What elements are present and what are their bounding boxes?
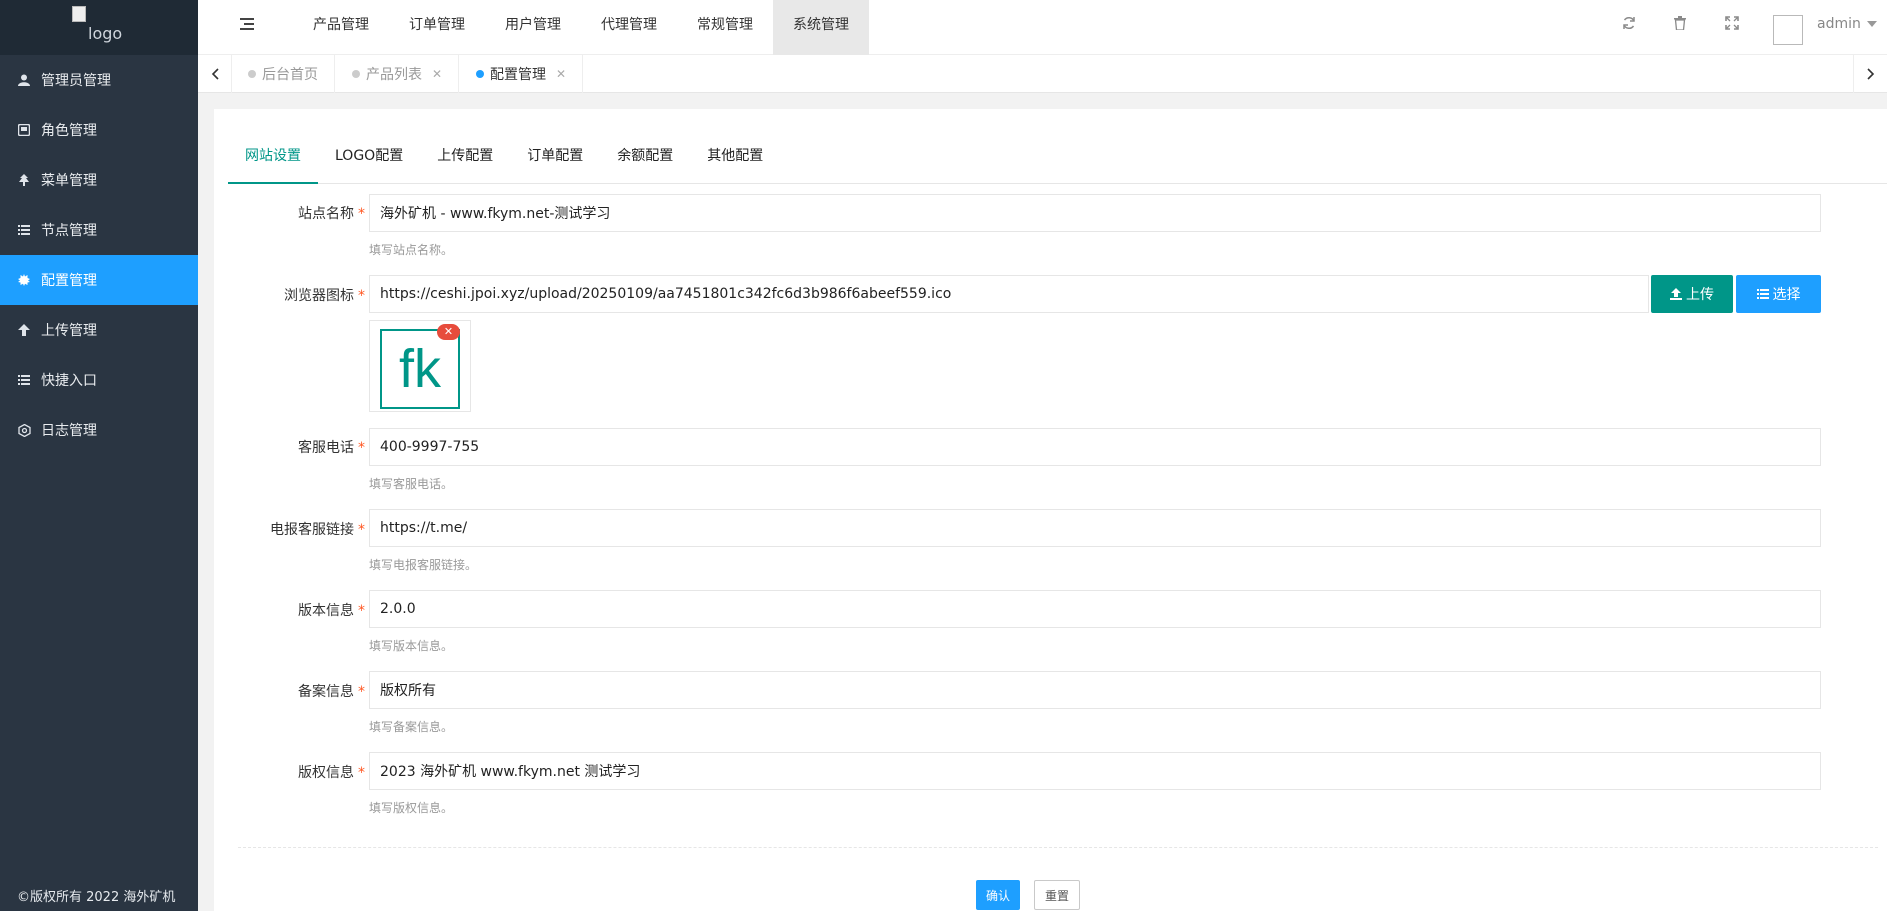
- upload-button-label: 上传: [1686, 287, 1714, 303]
- choose-button[interactable]: 选择: [1736, 275, 1821, 313]
- tab-upload-config[interactable]: 上传配置: [420, 139, 510, 184]
- reset-button[interactable]: 重置: [1034, 880, 1080, 910]
- sidebar-item-menu[interactable]: 菜单管理: [0, 155, 198, 205]
- top-nav-product[interactable]: 产品管理: [293, 0, 389, 55]
- tab-other-config[interactable]: 其他配置: [690, 139, 780, 184]
- user-name: admin: [1817, 16, 1861, 32]
- remove-image-icon[interactable]: ✕: [437, 324, 460, 340]
- top-header: 产品管理 订单管理 用户管理 代理管理 常规管理 系统管理 admin: [198, 0, 1887, 55]
- gear-icon: [17, 273, 31, 287]
- broken-image-icon: [72, 6, 86, 22]
- trash-icon[interactable]: [1672, 16, 1688, 32]
- confirm-button[interactable]: 确认: [976, 880, 1020, 910]
- close-icon[interactable]: ✕: [556, 67, 566, 81]
- choose-button-label: 选择: [1772, 287, 1801, 303]
- avatar[interactable]: [1773, 15, 1803, 45]
- top-nav-user[interactable]: 用户管理: [485, 0, 581, 55]
- top-nav-agent[interactable]: 代理管理: [581, 0, 677, 55]
- top-nav-general[interactable]: 常规管理: [677, 0, 773, 55]
- tab-site-settings[interactable]: 网站设置: [228, 139, 318, 184]
- favicon-url-input[interactable]: https://ceshi.jpoi.xyz/upload/20250109/a…: [369, 275, 1649, 313]
- sidebar-item-label: 上传管理: [41, 323, 97, 339]
- favicon-label: 浏览器图标 *: [284, 288, 365, 304]
- sidebar: logo 管理员管理 角色管理 菜单管理 节点管理 配置管理 上传管理 快捷入口…: [0, 0, 198, 911]
- sidebar-item-shortcut[interactable]: 快捷入口: [0, 355, 198, 405]
- favicon-image: fk: [380, 329, 460, 409]
- list-icon: [1756, 289, 1769, 299]
- copyright-input[interactable]: 2023 海外矿机 www.fkym.net 测试学习: [369, 752, 1821, 790]
- sidebar-item-label: 角色管理: [41, 123, 97, 139]
- chevron-down-icon: [1866, 21, 1877, 27]
- role-icon: [17, 123, 31, 137]
- tab-dot-icon: [352, 70, 360, 78]
- tab-label: 后台首页: [262, 67, 318, 83]
- fullscreen-icon[interactable]: [1724, 16, 1740, 32]
- site-name-input[interactable]: 海外矿机 - www.fkym.net-测试学习: [369, 194, 1821, 232]
- upload-button[interactable]: 上传: [1651, 275, 1733, 313]
- version-input[interactable]: 2.0.0: [369, 590, 1821, 628]
- copyright-label: 版权信息 *: [298, 765, 365, 781]
- close-icon[interactable]: ✕: [432, 67, 442, 81]
- user-menu[interactable]: admin: [1817, 16, 1877, 32]
- settings-card: 网站设置 LOGO配置 上传配置 订单配置 余额配置 其他配置 站点名称 * 海外…: [214, 109, 1887, 911]
- sidebar-item-label: 快捷入口: [41, 373, 97, 389]
- tree-icon: [17, 173, 31, 187]
- tab-label: 配置管理: [490, 67, 546, 83]
- page-tabbar: 后台首页 产品列表 ✕ 配置管理 ✕: [198, 55, 1887, 93]
- phone-input[interactable]: 400-9997-755: [369, 428, 1821, 466]
- phone-hint: 填写客服电话。: [369, 477, 454, 491]
- tab-dot-icon: [248, 70, 256, 78]
- phone-label: 客服电话 *: [298, 440, 365, 456]
- top-nav-order[interactable]: 订单管理: [389, 0, 485, 55]
- tab-scroll-right-icon[interactable]: [1853, 55, 1887, 93]
- telegram-label: 电报客服链接 *: [270, 522, 365, 538]
- sidebar-item-upload[interactable]: 上传管理: [0, 305, 198, 355]
- tab-logo-config[interactable]: LOGO配置: [318, 139, 420, 184]
- site-name-hint: 填写站点名称。: [369, 243, 454, 257]
- sidebar-item-label: 管理员管理: [41, 73, 111, 89]
- list-icon: [17, 373, 31, 387]
- tab-balance-config[interactable]: 余额配置: [600, 139, 690, 184]
- tab-scroll-left-icon[interactable]: [198, 55, 232, 93]
- upload-arrow-icon: [17, 323, 31, 337]
- record-hint: 填写备案信息。: [369, 720, 454, 734]
- refresh-icon[interactable]: [1621, 16, 1637, 32]
- version-hint: 填写版本信息。: [369, 639, 454, 653]
- settings-tabs: 网站设置 LOGO配置 上传配置 订单配置 余额配置 其他配置: [228, 139, 1887, 184]
- tab-label: 产品列表: [366, 67, 422, 83]
- tab-home[interactable]: 后台首页: [232, 55, 335, 93]
- tab-order-config[interactable]: 订单配置: [510, 139, 600, 184]
- log-icon: [17, 423, 31, 437]
- sidebar-item-label: 配置管理: [41, 273, 97, 289]
- favicon-preview: fk ✕: [369, 320, 471, 412]
- top-nav-system[interactable]: 系统管理: [773, 0, 869, 55]
- site-name-label: 站点名称 *: [298, 206, 365, 222]
- menu-toggle-icon[interactable]: [240, 18, 254, 32]
- sidebar-item-log[interactable]: 日志管理: [0, 405, 198, 455]
- sidebar-item-config[interactable]: 配置管理: [0, 255, 198, 305]
- logo-alt-text: logo: [88, 24, 123, 43]
- telegram-hint: 填写电报客服链接。: [369, 558, 478, 572]
- top-nav: 产品管理 订单管理 用户管理 代理管理 常规管理 系统管理: [293, 0, 869, 55]
- version-label: 版本信息 *: [298, 603, 365, 619]
- list-icon: [17, 223, 31, 237]
- tab-config[interactable]: 配置管理 ✕: [460, 55, 584, 93]
- user-icon: [17, 73, 31, 87]
- form-divider: [238, 847, 1878, 848]
- sidebar-item-node[interactable]: 节点管理: [0, 205, 198, 255]
- telegram-input[interactable]: https://t.me/: [369, 509, 1821, 547]
- copyright-hint: 填写版权信息。: [369, 801, 454, 815]
- record-label: 备案信息 *: [298, 684, 365, 700]
- sidebar-item-label: 菜单管理: [41, 173, 97, 189]
- sidebar-footer: ©版权所有 2022 海外矿机: [17, 890, 176, 905]
- record-input[interactable]: 版权所有: [369, 671, 1821, 709]
- sidebar-item-label: 节点管理: [41, 223, 97, 239]
- tab-product-list[interactable]: 产品列表 ✕: [336, 55, 460, 93]
- sidebar-item-admin[interactable]: 管理员管理: [0, 55, 198, 105]
- logo: logo: [0, 0, 198, 55]
- sidebar-item-label: 日志管理: [41, 423, 97, 439]
- upload-icon: [1670, 288, 1682, 300]
- tab-dot-icon: [476, 70, 484, 78]
- sidebar-item-role[interactable]: 角色管理: [0, 105, 198, 155]
